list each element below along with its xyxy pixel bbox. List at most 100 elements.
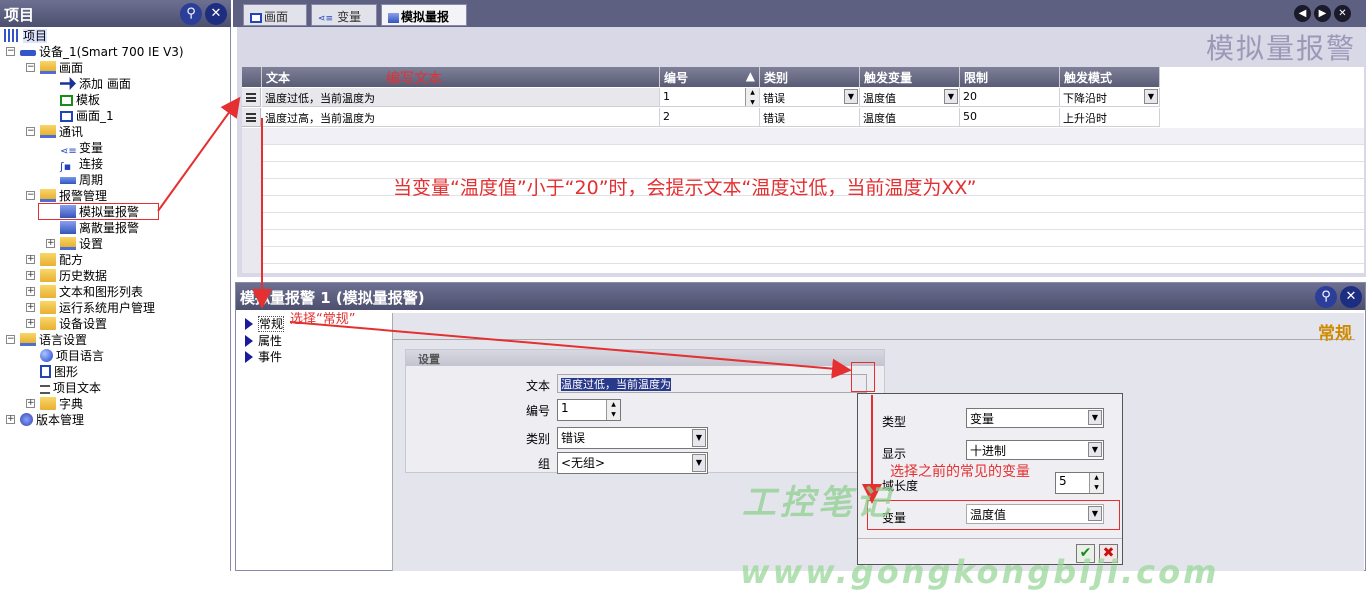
tree-item-add-screen[interactable]: 添加 画面 <box>60 76 131 92</box>
expand-recipes-toggle[interactable]: + <box>26 255 35 264</box>
display-select[interactable]: 十进制 ▼ <box>966 440 1104 460</box>
triangle-right-icon <box>245 351 253 363</box>
table-cell-category[interactable]: 错误 ▼ <box>760 88 860 107</box>
project-panel: 项目 ⚲ ✕ 项目 − 设备_1(Smart 700 IE V3) − 画面 添… <box>0 0 231 571</box>
table-cell-limit[interactable]: 20 <box>960 88 1060 107</box>
table-cell-limit[interactable]: 50 <box>960 108 1060 127</box>
tree-item-dictionaries[interactable]: 字典 <box>40 396 83 412</box>
column-header-id[interactable]: 编号 ▲ <box>660 67 760 87</box>
close-tab-icon[interactable]: ✕ <box>1334 5 1351 22</box>
field-length-spinner[interactable]: ▲ ▼ <box>1089 473 1103 493</box>
id-stepper[interactable]: ▲ ▼ <box>606 400 620 420</box>
expand-version-toggle[interactable]: + <box>6 415 15 424</box>
close-icon[interactable]: ✕ <box>1340 286 1362 308</box>
scroll-left-icon[interactable]: ◀ <box>1294 5 1311 22</box>
folder-icon <box>40 301 56 314</box>
nav-general[interactable]: 常规 <box>245 315 285 332</box>
table-cell-trigger-mode[interactable]: 下降沿时 ▼ <box>1060 88 1160 107</box>
table-cell-category[interactable]: 错误 <box>760 108 860 127</box>
pin-icon[interactable]: ⚲ <box>1315 286 1337 308</box>
chevron-down-icon[interactable]: ▼ <box>692 454 706 472</box>
chevron-down-icon[interactable]: ▼ <box>944 89 958 104</box>
id-spinner[interactable]: ▲ ▼ <box>745 88 759 106</box>
tab-analog-alarms[interactable]: 模拟量报警 <box>381 4 467 41</box>
table-cell-trigger-tag[interactable]: 温度值 ▼ <box>860 88 960 107</box>
tree-item-project-texts[interactable]: 项目文本 <box>40 380 101 396</box>
table-cell-trigger-tag[interactable]: 温度值 <box>860 108 960 127</box>
tab-tags[interactable]: ⋖≡ 变量 <box>311 4 377 26</box>
tree-item-alarm-settings[interactable]: 设置 <box>60 236 103 252</box>
table-cell-text[interactable]: 温度过低，当前温度为 <box>262 88 660 107</box>
empty-row <box>242 128 1364 145</box>
tree-item-device-settings[interactable]: 设备设置 <box>40 316 107 332</box>
table-cell-id[interactable]: 1 ▲ ▼ <box>660 88 760 107</box>
expand-settings-toggle[interactable]: + <box>46 239 55 248</box>
scroll-right-icon[interactable]: ▶ <box>1314 5 1331 22</box>
chevron-down-icon[interactable]: ▼ <box>692 429 706 447</box>
expand-dictionary-toggle[interactable]: + <box>26 399 35 408</box>
annotation-select-general: 选择“常规” <box>290 312 356 327</box>
field-length-stepper[interactable]: 5 ▲ ▼ <box>1055 472 1104 494</box>
column-header-category[interactable]: 类别 <box>760 67 860 87</box>
tree-item-communication[interactable]: 通讯 <box>40 124 83 140</box>
row-selector[interactable] <box>242 108 261 127</box>
collapse-screens-toggle[interactable]: − <box>26 63 35 72</box>
group-select[interactable]: <无组> ▼ <box>557 452 708 474</box>
dictionary-icon <box>40 397 56 410</box>
collapse-device-toggle[interactable]: − <box>6 47 15 56</box>
tree-item-project-languages[interactable]: 项目语言 <box>40 348 104 364</box>
column-header-text[interactable]: 文本 <box>262 67 660 87</box>
expand-usermgmt-toggle[interactable]: + <box>26 303 35 312</box>
tree-item-alarm-management[interactable]: 报警管理 <box>40 188 107 204</box>
tree-item-recipes[interactable]: 配方 <box>40 252 83 268</box>
collapse-alarm-toggle[interactable]: − <box>26 191 35 200</box>
tree-item-text-graphic-lists[interactable]: 文本和图形列表 <box>40 284 143 300</box>
expand-textlists-toggle[interactable]: + <box>26 287 35 296</box>
tree-item-screen-1[interactable]: 画面_1 <box>60 108 114 124</box>
tree-item-version-management[interactable]: 版本管理 <box>20 412 84 428</box>
table-cell-text[interactable]: 温度过高，当前温度为 <box>262 108 660 127</box>
table-cell-id[interactable]: 2 <box>660 108 760 127</box>
label-group: 组 <box>537 457 550 471</box>
tree-item-device[interactable]: 设备_1(Smart 700 IE V3) <box>20 44 184 60</box>
pin-icon[interactable]: ⚲ <box>180 3 202 25</box>
tree-item-screens[interactable]: 画面 <box>40 60 83 76</box>
chevron-down-icon[interactable]: ▼ <box>1088 442 1102 457</box>
table-cell-trigger-mode[interactable]: 上升沿时 <box>1060 108 1160 127</box>
category-select[interactable]: 错误 ▼ <box>557 427 708 449</box>
tree-item-historical-data[interactable]: 历史数据 <box>40 268 107 284</box>
tree-item-runtime-user-admin[interactable]: 运行系统用户管理 <box>40 300 155 316</box>
row-header-strip <box>242 128 262 273</box>
column-header-limit[interactable]: 限制 <box>960 67 1060 87</box>
template-icon <box>60 95 73 106</box>
folder-icon <box>40 285 56 298</box>
properties-window: 模拟量报警 1 (模拟量报警) ⚲ ✕ 常规 属性 事件 常规 设置 文本 温度… <box>235 282 1366 571</box>
text-field[interactable]: 温度过低，当前温度为 <box>557 374 867 393</box>
tree-item-tags[interactable]: ⋖≡ 变量 <box>60 140 103 157</box>
tab-screen-1[interactable]: 画面_1 <box>243 4 307 39</box>
column-header-trigger-tag[interactable]: 触发变量 <box>860 67 960 87</box>
column-header-trigger-mode[interactable]: 触发模式 <box>1060 67 1160 87</box>
id-field[interactable]: 1 ▲ ▼ <box>557 399 621 421</box>
expand-devicesettings-toggle[interactable]: + <box>26 319 35 328</box>
folder-icon <box>40 317 56 330</box>
chevron-down-icon[interactable]: ▼ <box>1144 89 1158 104</box>
chevron-down-icon[interactable]: ▼ <box>844 89 858 104</box>
collapse-language-toggle[interactable]: − <box>6 335 15 344</box>
tree-item-language-settings[interactable]: 语言设置 <box>20 332 87 348</box>
close-icon[interactable]: ✕ <box>205 3 227 25</box>
nav-properties[interactable]: 属性 <box>245 332 282 348</box>
type-select[interactable]: 变量 ▼ <box>966 408 1104 428</box>
row-selector[interactable] <box>242 88 261 107</box>
project-panel-header: 项目 ⚲ ✕ <box>0 0 231 27</box>
chevron-down-icon[interactable]: ▼ <box>1088 410 1102 425</box>
expand-history-toggle[interactable]: + <box>26 271 35 280</box>
collapse-comm-toggle[interactable]: − <box>26 127 35 136</box>
tree-item-cycles[interactable]: 周期 <box>60 172 103 188</box>
tree-item-connections[interactable]: ʃ▪ 连接 <box>60 156 103 173</box>
tree-item-graphics[interactable]: 图形 <box>40 364 78 380</box>
nav-events[interactable]: 事件 <box>245 348 282 364</box>
tree-item-template[interactable]: 模板 <box>60 92 100 108</box>
tree-item-project[interactable]: 项目 <box>4 28 48 44</box>
tree-item-discrete-alarms[interactable]: 离散量报警 <box>60 220 139 236</box>
